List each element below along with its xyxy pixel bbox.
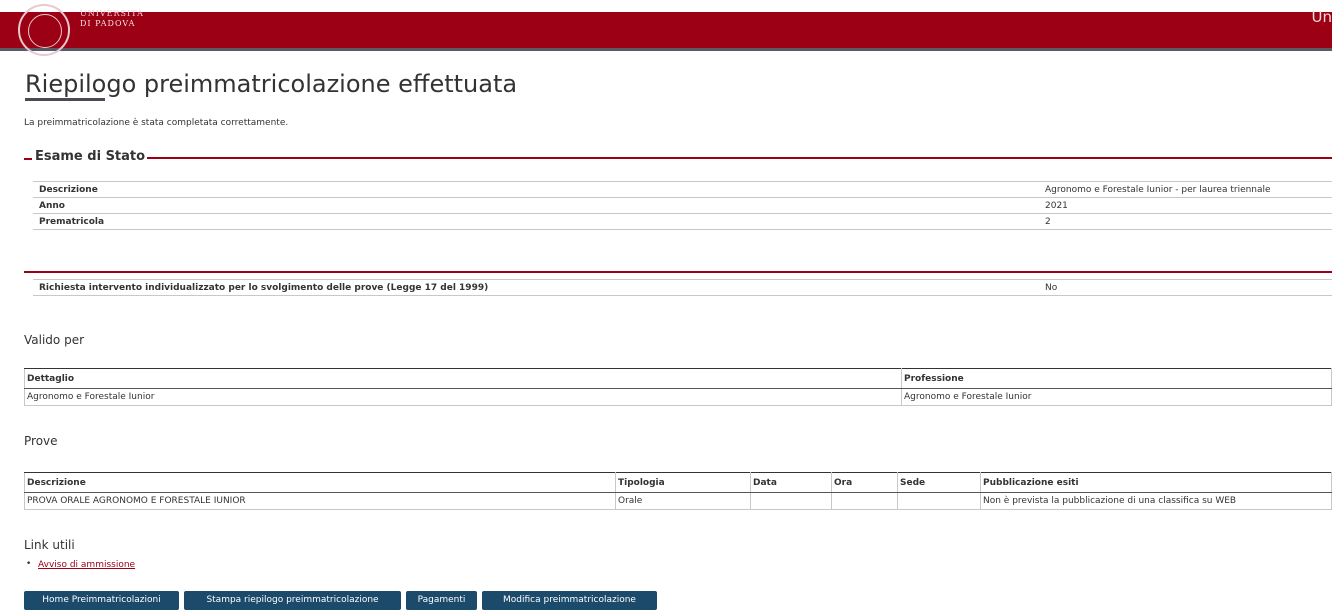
cell-prova-pubblicazione: Non è prevista la pubblicazione di una c… — [980, 492, 1332, 510]
valido-table: Dettaglio Professione Agronomo e Foresta… — [24, 368, 1332, 406]
logo-text-line2: DI PADOVA — [80, 19, 136, 28]
richiesta-table: Richiesta intervento individualizzato pe… — [33, 279, 1332, 296]
esame-label-prematricola: Prematricola — [33, 213, 1039, 230]
esame-label-anno: Anno — [33, 197, 1039, 214]
university-seal-icon[interactable] — [18, 4, 70, 56]
fieldset-top-border-richiesta — [24, 271, 1332, 273]
table-header-row: Descrizione Tipologia Data Ora Sede Pubb… — [24, 472, 1332, 493]
cell-prova-data — [750, 492, 832, 510]
fieldset-legend-dash — [24, 158, 32, 160]
section-link-utili: Link utili — [24, 538, 75, 552]
list-item: Avviso di ammissione — [24, 559, 135, 570]
col-sede: Sede — [897, 472, 981, 493]
col-professione: Professione — [901, 368, 1332, 389]
cell-prova-descrizione: PROVA ORALE AGRONOMO E FORESTALE IUNIOR — [24, 492, 616, 510]
section-valido-per: Valido per — [24, 333, 85, 347]
fieldset-top-border — [105, 157, 1332, 159]
col-tipologia: Tipologia — [615, 472, 751, 493]
cell-prova-sede — [897, 492, 981, 510]
section-prove: Prove — [24, 434, 58, 448]
fieldset-legend-esame: Esame di Stato — [33, 149, 148, 164]
richiesta-label: Richiesta intervento individualizzato pe… — [33, 279, 1039, 296]
prove-table: Descrizione Tipologia Data Ora Sede Pubb… — [24, 472, 1332, 510]
esame-table: Descrizione Agronomo e Forestale Iunior … — [33, 181, 1332, 230]
header-right-text[interactable]: Un — [1312, 8, 1332, 26]
header-bar: UNIVERSITÀ DI PADOVA Un — [0, 4, 1332, 56]
esame-label-descrizione: Descrizione — [33, 181, 1039, 198]
esame-value-prematricola: 2 — [1039, 213, 1332, 230]
richiesta-value: No — [1039, 279, 1332, 296]
col-ora: Ora — [831, 472, 898, 493]
page-title: Riepilogo preimmatricolazione effettuata — [25, 70, 518, 98]
cell-professione: Agronomo e Forestale Iunior — [901, 388, 1332, 406]
cell-prova-tipologia: Orale — [615, 492, 751, 510]
esame-value-descrizione: Agronomo e Forestale Iunior - per laurea… — [1039, 181, 1332, 198]
table-header-row: Dettaglio Professione — [24, 368, 1332, 389]
link-avviso-ammissione[interactable]: Avviso di ammissione — [38, 560, 135, 570]
table-row: Agronomo e Forestale Iunior Agronomo e F… — [24, 388, 1332, 406]
intro-message: La preimmatricolazione è stata completat… — [24, 118, 289, 128]
col-data: Data — [750, 472, 832, 493]
logo-text-line1: UNIVERSITÀ — [80, 9, 144, 18]
table-row: PROVA ORALE AGRONOMO E FORESTALE IUNIOR … — [24, 492, 1332, 510]
col-descrizione: Descrizione — [24, 472, 616, 493]
pagamenti-button[interactable]: Pagamenti — [406, 591, 477, 610]
cell-prova-ora — [831, 492, 898, 510]
stampa-riepilogo-button[interactable]: Stampa riepilogo preimmatricolazione — [184, 591, 401, 610]
cell-dettaglio: Agronomo e Forestale Iunior — [24, 388, 902, 406]
table-row: Prematricola 2 — [33, 213, 1332, 230]
table-row: Anno 2021 — [33, 197, 1332, 214]
col-dettaglio: Dettaglio — [24, 368, 902, 389]
table-row: Descrizione Agronomo e Forestale Iunior … — [33, 181, 1332, 198]
esame-value-anno: 2021 — [1039, 197, 1332, 214]
home-preimmatricolazioni-button[interactable]: Home Preimmatricolazioni — [24, 591, 179, 610]
col-pubblicazione: Pubblicazione esiti — [980, 472, 1332, 493]
link-list: Avviso di ammissione — [24, 559, 135, 570]
modifica-preimmatricolazione-button[interactable]: Modifica preimmatricolazione — [482, 591, 657, 610]
table-row: Richiesta intervento individualizzato pe… — [33, 279, 1332, 296]
title-underline — [25, 98, 105, 101]
